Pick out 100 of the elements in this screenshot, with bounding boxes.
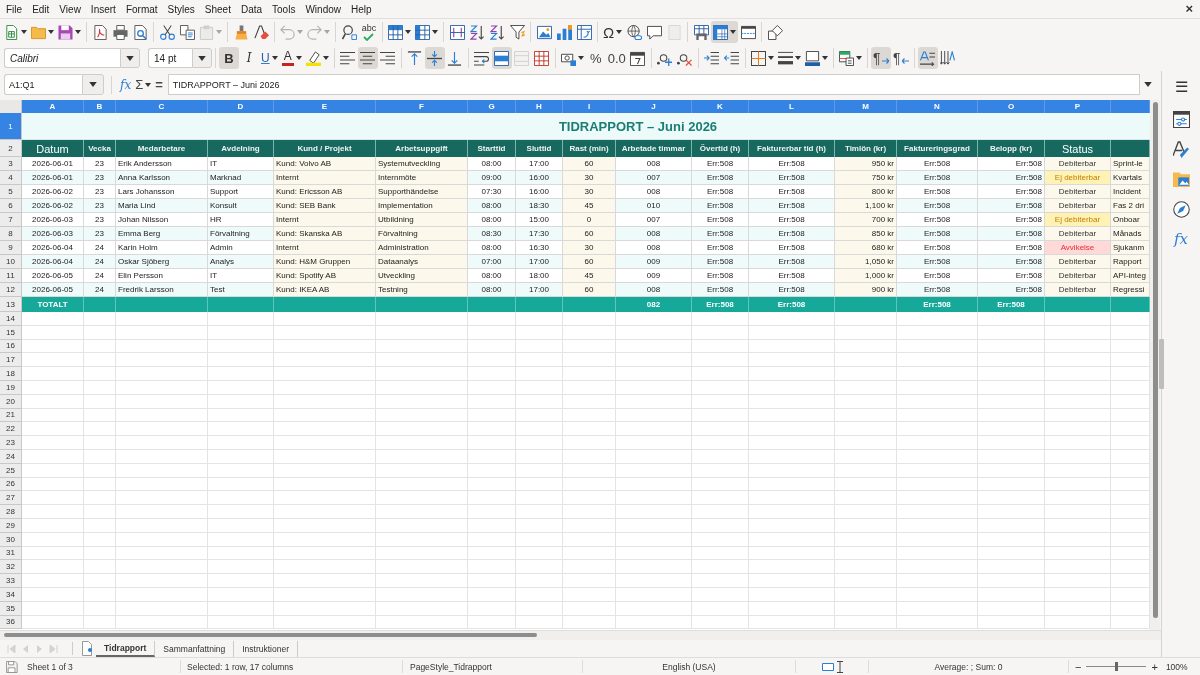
text-direction-button[interactable] — [917, 47, 938, 69]
column-header[interactable]: F — [376, 100, 468, 113]
highlighter-icon — [305, 50, 321, 66]
spelling-button[interactable]: abc — [359, 21, 379, 43]
column-header[interactable]: L — [749, 100, 835, 113]
menu-item[interactable]: Insert — [85, 1, 121, 17]
add-sheet-button[interactable] — [81, 641, 93, 656]
center-vertically-button[interactable] — [424, 47, 445, 69]
scrollbar-thumb[interactable] — [4, 633, 537, 637]
table-row-icon — [388, 24, 403, 40]
menu-item[interactable]: Sheet — [199, 1, 236, 17]
percent-format-button[interactable]: % — [585, 47, 606, 69]
sidebar-menu-button[interactable]: ☰ — [1169, 75, 1193, 99]
menu-item[interactable]: Format — [120, 1, 163, 17]
total-cell — [563, 297, 616, 312]
scrollbar-thumb[interactable] — [1153, 102, 1158, 618]
table-cell: Incident — [1111, 185, 1150, 199]
table-cell: 1,000 kr — [835, 269, 897, 283]
column-header[interactable]: K — [692, 100, 749, 113]
number-format-button[interactable]: 0.0 — [605, 47, 628, 69]
row-header[interactable]: 4 — [0, 171, 22, 185]
left-to-right-button[interactable]: ¶ — [870, 47, 891, 69]
table-cell: 700 kr — [835, 213, 897, 227]
column-header[interactable]: H — [516, 100, 563, 113]
italic-button[interactable]: I — [239, 47, 259, 69]
row-header[interactable]: 32 — [0, 560, 22, 575]
column-header[interactable]: N — [897, 100, 978, 113]
menu-item[interactable]: File — [1, 1, 28, 17]
row-header[interactable]: 23 — [0, 436, 22, 450]
column-header[interactable]: A — [22, 100, 84, 113]
table-column-icon — [415, 24, 430, 40]
row-header[interactable]: 18 — [0, 367, 22, 381]
merge-center-button[interactable] — [491, 47, 512, 69]
column-header[interactable]: M — [835, 100, 897, 113]
column-header[interactable]: I — [563, 100, 616, 113]
freeze-panes-button[interactable] — [711, 21, 739, 43]
font-size-dropdown[interactable] — [192, 48, 212, 68]
column-header[interactable]: P — [1045, 100, 1111, 113]
font-size-field[interactable]: 14 pt — [148, 48, 192, 68]
row-header[interactable]: 33 — [0, 574, 22, 588]
functions-button[interactable]: fx — [1169, 227, 1193, 251]
row-header[interactable]: 1 — [0, 113, 22, 140]
name-box-dropdown[interactable] — [82, 74, 104, 95]
row-header[interactable]: 12 — [0, 283, 22, 297]
row-header[interactable]: 5 — [0, 185, 22, 199]
formula-input[interactable]: TIDRAPPORT – Juni 2026 — [167, 74, 1140, 95]
font-color-button[interactable]: A — [279, 47, 304, 69]
row-header[interactable]: 7 — [0, 213, 22, 227]
row-header[interactable]: 10 — [0, 255, 22, 269]
zoom-in-button[interactable]: + — [1149, 660, 1160, 673]
sheet-tab[interactable]: Sammanfattning — [155, 640, 235, 657]
sum-button[interactable]: Σ — [133, 74, 154, 95]
column-header[interactable]: J — [616, 100, 692, 113]
row-header[interactable]: 2 — [0, 140, 22, 157]
right-to-left-button[interactable]: ¶ — [890, 47, 911, 69]
special-character-button[interactable]: Ω — [601, 21, 625, 43]
row-header[interactable]: 6 — [0, 199, 22, 213]
row-header[interactable]: 11 — [0, 269, 22, 283]
column-header[interactable]: G — [468, 100, 516, 113]
row-header[interactable]: 8 — [0, 227, 22, 241]
font-name-dropdown[interactable] — [120, 48, 140, 68]
row-header[interactable]: 22 — [0, 422, 22, 437]
column-header[interactable]: C — [116, 100, 208, 113]
sidebar-collapse-handle[interactable] — [1159, 339, 1164, 389]
font-name-field[interactable]: Calibri — [4, 48, 120, 68]
underline-button[interactable]: U — [259, 47, 280, 69]
column-header[interactable]: O — [978, 100, 1045, 113]
row-header[interactable]: 14 — [0, 312, 22, 326]
sheet-tab[interactable]: Instruktioner — [234, 640, 299, 657]
menu-item[interactable]: Window — [300, 1, 346, 17]
row-header[interactable]: 9 — [0, 241, 22, 255]
vertical-scrollbar[interactable] — [1150, 100, 1160, 630]
row-header[interactable]: 3 — [0, 157, 22, 171]
column-header[interactable]: D — [208, 100, 274, 113]
horizontal-scrollbar[interactable] — [0, 630, 1161, 640]
close-document-button[interactable]: × — [1182, 2, 1196, 16]
name-box[interactable]: A1:Q1 — [4, 74, 82, 95]
table-cell: 24 — [84, 269, 116, 283]
row-header[interactable]: 17 — [0, 353, 22, 368]
menu-item[interactable]: Data — [235, 1, 268, 17]
table-cell: 2026-06-01 — [22, 157, 84, 171]
menu-item[interactable]: View — [54, 1, 86, 17]
bold-button[interactable]: B — [219, 47, 239, 69]
zoom-slider-thumb[interactable] — [1115, 662, 1119, 671]
sheet-tab[interactable]: Tidrapport — [96, 640, 156, 657]
formula-button[interactable]: = — [153, 74, 165, 95]
menu-item[interactable]: Help — [346, 1, 377, 17]
column-header[interactable]: B — [84, 100, 116, 113]
menu-item[interactable]: Edit — [27, 1, 55, 17]
function-wizard-button[interactable]: fx — [118, 74, 134, 95]
row-header[interactable]: 28 — [0, 505, 22, 519]
table-cell: Internt — [274, 171, 376, 185]
split-window-icon — [740, 24, 756, 40]
align-center-button[interactable] — [357, 47, 378, 69]
row-header[interactable]: 27 — [0, 491, 22, 506]
row-header[interactable]: 13 — [0, 297, 22, 312]
column-header[interactable]: E — [274, 100, 376, 113]
menu-item[interactable]: Tools — [267, 1, 301, 17]
zoom-out-button[interactable]: − — [1073, 660, 1084, 673]
menu-item[interactable]: Styles — [162, 1, 200, 17]
